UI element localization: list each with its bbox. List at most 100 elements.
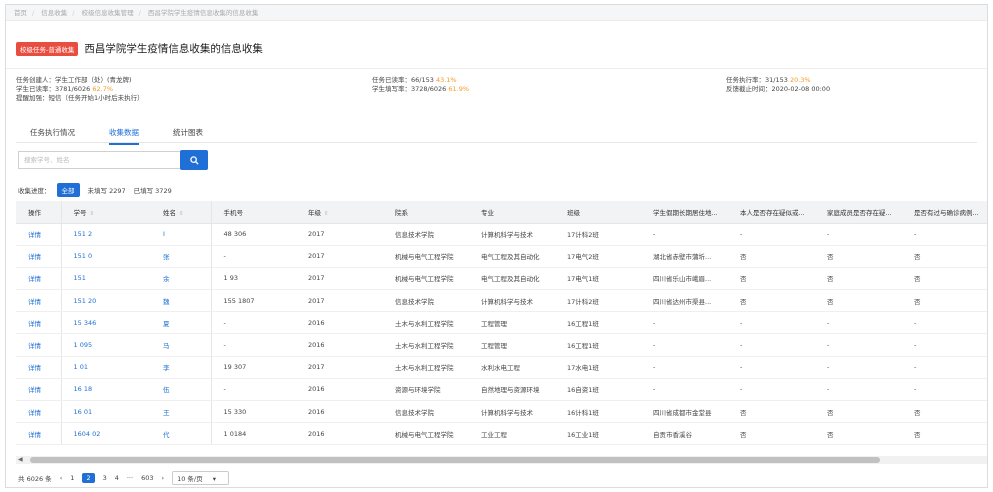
page-1[interactable]: 1 xyxy=(70,474,74,482)
table-cell[interactable]: 16 18 xyxy=(61,378,151,402)
table-cell: - xyxy=(641,311,728,335)
table-cell: 四川省达州市渠县... xyxy=(641,289,728,313)
col-header[interactable]: 年级 ⇕ xyxy=(296,201,383,224)
table-cell[interactable]: 1 095 xyxy=(61,333,151,357)
table-cell: 自然地理与资源环境 xyxy=(469,378,555,402)
progress-label: 收集进度： xyxy=(18,187,51,195)
table-cell: 否 xyxy=(728,267,815,291)
table-cell[interactable]: 1604 02 xyxy=(61,422,151,446)
student-read-rate: 学生已读率：3781/6026 62.7% xyxy=(16,85,114,93)
table-cell: 48 306 xyxy=(211,223,296,246)
table-cell: 否 xyxy=(902,289,987,313)
detail-link[interactable]: 详情 xyxy=(16,422,62,446)
table-cell: 资源与环境学院 xyxy=(383,378,469,402)
table-row: 详情 151 20 魏 155 1807 2017 信息技术学院 计算机科学与技术 17计科2… xyxy=(16,289,987,313)
horizontal-scrollbar[interactable]: ◀ xyxy=(16,456,987,464)
detail-link[interactable]: 详情 xyxy=(16,289,62,313)
col-header: 专业 xyxy=(469,201,555,224)
table-cell: 1 93 xyxy=(211,267,296,291)
table-cell: - xyxy=(902,311,987,335)
search-input[interactable]: 搜索学号、姓名 xyxy=(18,151,180,169)
detail-link[interactable]: 详情 xyxy=(16,378,62,402)
detail-link[interactable]: 详情 xyxy=(16,267,62,291)
table-cell[interactable]: 1 01 xyxy=(61,356,151,379)
table-cell[interactable]: 151 2 xyxy=(61,223,151,246)
col-header: 家庭成员是否存在疑... xyxy=(815,201,902,224)
table-cell[interactable]: 张 xyxy=(151,245,212,268)
filter-filled[interactable]: 已填写 3729 xyxy=(134,185,172,195)
table-cell: - xyxy=(211,245,296,268)
table-cell: 17电气2班 xyxy=(555,245,641,268)
table-cell: - xyxy=(815,223,902,246)
col-header: 操作 xyxy=(16,201,62,224)
table-cell: - xyxy=(815,356,902,379)
table-cell[interactable]: 151 xyxy=(61,267,151,291)
table-cell: 否 xyxy=(815,422,902,446)
page-4[interactable]: 4 xyxy=(115,474,119,482)
table-cell: - xyxy=(641,333,728,357)
page-2[interactable]: 2 xyxy=(82,473,95,483)
table-cell: 电气工程及其自动化 xyxy=(469,245,555,268)
table-cell: 2016 xyxy=(296,333,383,357)
detail-link[interactable]: 详情 xyxy=(16,333,62,357)
table-cell[interactable]: 王 xyxy=(151,400,212,424)
table-cell[interactable]: I xyxy=(151,223,212,246)
breadcrumb-home[interactable]: 首页 xyxy=(14,9,27,17)
page-603[interactable]: 603 xyxy=(141,474,153,482)
page-size-select[interactable]: 10 条/页 ▾ xyxy=(172,471,229,485)
table-cell[interactable]: 马 xyxy=(151,333,212,357)
table-cell: 四川省成都市金堂县 xyxy=(641,400,728,424)
filter-all[interactable]: 全部 xyxy=(56,183,80,197)
col-header[interactable]: 姓名 ⇕ xyxy=(151,201,212,224)
table-cell: 否 xyxy=(902,422,987,446)
detail-link[interactable]: 详情 xyxy=(16,356,62,379)
table-cell: 信息技术学院 xyxy=(383,289,469,313)
table-cell: 自贡市香溪谷 xyxy=(641,422,728,446)
table-cell: 电气工程及其自动化 xyxy=(469,267,555,291)
table-cell[interactable]: 15 346 xyxy=(61,311,151,335)
table-cell[interactable]: 魏 xyxy=(151,289,212,313)
next-page-icon[interactable]: › xyxy=(161,474,164,482)
table-cell: 15 330 xyxy=(211,400,296,424)
table-cell: - xyxy=(902,378,987,402)
page-3[interactable]: 3 xyxy=(103,474,107,482)
scrollbar-thumb[interactable] xyxy=(30,457,880,463)
table-cell[interactable]: 代 xyxy=(151,422,212,446)
table-cell: 土木与水利工程学院 xyxy=(383,311,469,335)
detail-link[interactable]: 详情 xyxy=(16,400,62,424)
breadcrumb-info-collect[interactable]: 信息收集 xyxy=(41,9,67,17)
detail-link[interactable]: 详情 xyxy=(16,223,62,246)
table-row: 详情 1 01 李 19 307 2017 土木与水利工程学院 水利水电工程 17水电1班 - -… xyxy=(16,356,987,379)
table-cell[interactable]: 夏 xyxy=(151,311,212,335)
page-ellipsis[interactable]: ··· xyxy=(127,474,133,482)
table-cell[interactable]: 伍 xyxy=(151,378,212,402)
scroll-left-icon[interactable]: ◀ xyxy=(18,456,23,464)
table-cell: 2016 xyxy=(296,311,383,335)
filter-unfilled[interactable]: 未填写 2297 xyxy=(88,185,126,195)
table-cell: - xyxy=(641,223,728,246)
table-row: 详情 15 346 夏 -2016 土木与水利工程学院 工程管理 16工程1班 - - - - xyxy=(16,311,987,335)
page-frame: 首页 / 信息收集 / 校级信息收集管理 / 西昌学院学生疫情信息收集的信息收集 校级… xyxy=(5,4,988,488)
table-cell: - xyxy=(211,333,296,357)
table-cell[interactable]: 16 01 xyxy=(61,400,151,424)
breadcrumb: 首页 / 信息收集 / 校级信息收集管理 / 西昌学院学生疫情信息收集的信息收集 xyxy=(6,5,987,21)
detail-link[interactable]: 详情 xyxy=(16,311,62,335)
table-cell[interactable]: 李 xyxy=(151,356,212,379)
table-cell[interactable]: 余 xyxy=(151,267,212,291)
breadcrumb-current: 西昌学院学生疫情信息收集的信息收集 xyxy=(147,9,259,17)
table-cell: 土木与水利工程学院 xyxy=(383,333,469,357)
prev-page-icon[interactable]: ‹ xyxy=(60,474,63,482)
breadcrumb-school-collect[interactable]: 校级信息收集管理 xyxy=(82,9,134,17)
col-header[interactable]: 学号 ⇕ xyxy=(61,201,151,224)
table-cell[interactable]: 151 0 xyxy=(61,245,151,268)
total-count: 共 6026 条 xyxy=(18,475,52,483)
table-cell: 16工业1班 xyxy=(555,422,641,446)
table-cell: 2016 xyxy=(296,400,383,424)
table-cell: 工程管理 xyxy=(469,333,555,357)
page-title: 西昌学院学生疫情信息收集的信息收集 xyxy=(84,43,263,55)
search-button[interactable] xyxy=(180,150,208,170)
detail-link[interactable]: 详情 xyxy=(16,245,62,268)
table-cell: 机械与电气工程学院 xyxy=(383,267,469,291)
table-cell[interactable]: 151 20 xyxy=(61,289,151,313)
table-row: 详情 1604 02 代 1 0184 2016 机械与电气工程学院 工业工程 16工业1班自… xyxy=(16,422,987,446)
